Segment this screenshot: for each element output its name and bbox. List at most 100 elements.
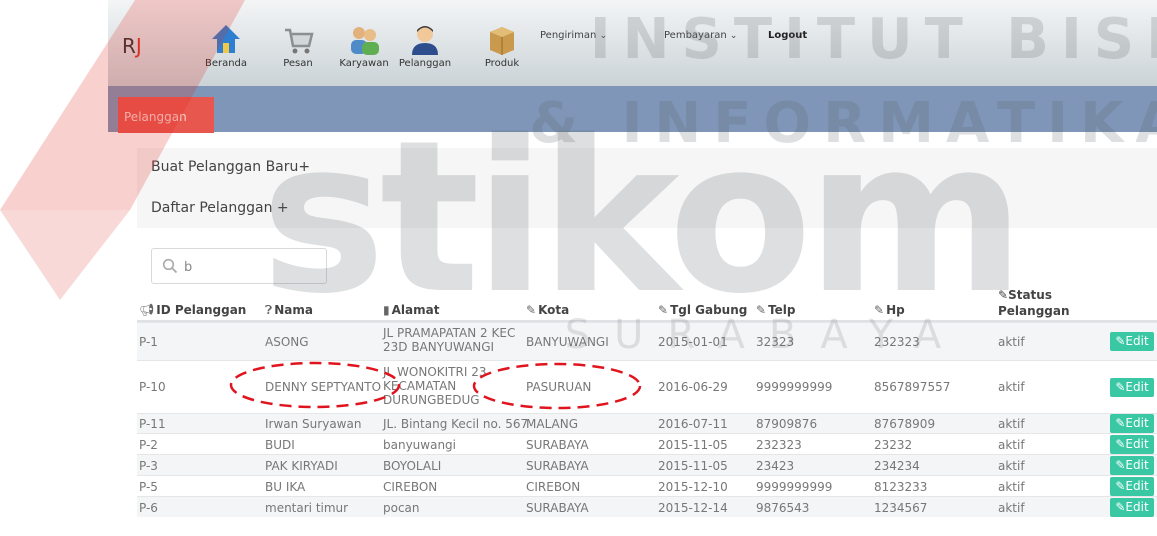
pencil-icon: ✎ [1115,380,1126,394]
cell-telp: 232323 [756,438,802,452]
cell-kota: CIREBON [526,480,581,494]
search-input[interactable] [182,255,316,279]
brand-letter-r: R [122,34,136,58]
logout-link[interactable]: Logout [768,30,807,41]
cell-tgl: 2016-07-11 [658,417,728,431]
cell-alamat: banyuwangi [383,438,457,452]
header-status[interactable]: ✎Status Pelanggan [998,287,1070,319]
cell-kota: SURABAYA [526,501,589,515]
cell-kota: SURABAYA [526,459,589,473]
edit-square-icon: ✎ [874,303,885,317]
cell-kota: PASURUAN [526,380,592,394]
cell-alamat: pocan [383,501,420,515]
cell-tgl: 2015-11-05 [658,459,728,473]
edit-button[interactable]: ✎Edit [1110,456,1154,475]
question-circle-icon: ❓︎ [265,303,273,317]
cell-nama: BUDI [265,438,295,452]
edit-square-icon: ✎ [998,288,1009,302]
search-field[interactable] [151,248,327,284]
pencil-icon: ✎ [1115,416,1126,430]
cell-telp: 23423 [756,459,795,473]
cell-telp: 32323 [756,335,795,349]
header-id[interactable]: 📢︎ ID Pelanggan [139,303,246,317]
customer-list-link[interactable]: Daftar Pelanggan + [151,200,289,216]
header-telp[interactable]: ✎ Telp [756,303,796,317]
edit-button[interactable]: ✎Edit [1110,414,1154,433]
cell-tgl: 2015-11-05 [658,438,728,452]
cell-tgl: 2015-12-10 [658,480,728,494]
chevron-down-icon: ⌄ [729,31,738,41]
pencil-icon: ✎ [1115,334,1126,348]
cell-hp: 234234 [874,459,920,473]
cell-id: P-1 [139,335,158,349]
cell-alamat: JL PRAMAPATAN 2 KEC 23D BANYUWANGI [383,326,516,354]
edit-square-icon: ✎ [526,303,537,317]
home-icon [212,25,240,53]
edit-button[interactable]: ✎Edit [1110,332,1154,351]
cell-id: P-6 [139,501,158,515]
cell-alamat: CIREBON [383,480,438,494]
cell-tgl: 2016-06-29 [658,380,728,394]
header-tgl-gabung[interactable]: ✎ Tgl Gabung [658,303,747,317]
cell-status: aktif [998,501,1025,515]
cell-nama: DENNY SEPTYANTO [265,380,382,394]
cell-hp: 232323 [874,335,920,349]
edit-button[interactable]: ✎Edit [1110,498,1154,517]
cell-hp: 8567897557 [874,380,951,394]
brand-letter-j: J [135,34,142,58]
cell-nama: mentari timur [265,501,349,515]
cart-icon [285,28,314,54]
customer-icon [412,26,438,55]
bullhorn-icon: 📢︎ [139,303,155,317]
cell-status: aktif [998,459,1025,473]
cell-status: aktif [998,480,1025,494]
cell-status: aktif [998,335,1025,349]
top-navbar: RJ Beranda Pesan Karyawan Pelanggan Prod… [108,0,1157,87]
cell-id: P-3 [139,459,158,473]
cell-nama: ASONG [265,335,309,349]
cell-telp: 9999999999 [756,380,833,394]
edit-button[interactable]: ✎Edit [1110,477,1154,496]
cell-hp: 23232 [874,438,913,452]
nav-produk[interactable]: Produk [472,22,532,69]
edit-square-icon: ✎ [658,303,669,317]
nav-pelanggan[interactable]: Pelanggan [395,22,455,69]
cell-telp: 87909876 [756,417,818,431]
cell-id: P-5 [139,480,158,494]
cell-telp: 9999999999 [756,480,833,494]
table-row: P-10 DENNY SEPTYANTO JL WONOKITRI 23 KEC… [137,360,1157,413]
cell-id: P-2 [139,438,158,452]
brand-logo[interactable]: RJ [122,34,142,58]
cell-nama: PAK KIRYADI [265,459,338,473]
cell-kota: MALANG [526,417,579,431]
dropdown-pengiriman[interactable]: Pengiriman ⌄ [540,30,607,41]
create-customer-link[interactable]: Buat Pelanggan Baru+ [151,159,310,175]
header-nama[interactable]: ❓︎ Nama [265,303,313,318]
cell-nama: BU IKA [265,480,306,494]
cell-tgl: 2015-12-14 [658,501,728,515]
cell-telp: 9876543 [756,501,810,515]
chevron-down-icon: ⌄ [599,31,608,41]
cell-status: aktif [998,417,1025,431]
nav-pesan[interactable]: Pesan [268,22,328,69]
pencil-icon: ✎ [1115,437,1126,451]
table-row: P-1 ASONG JL PRAMAPATAN 2 KEC 23D BANYUW… [137,322,1157,360]
cell-hp: 1234567 [874,501,928,515]
cell-kota: BANYUWANGI [526,335,609,349]
bookmark-icon: ▮ [383,303,390,317]
header-alamat[interactable]: ▮ Alamat [383,303,439,317]
nav-beranda[interactable]: Beranda [196,22,256,69]
nav-karyawan[interactable]: Karyawan [334,22,394,69]
cell-id: P-10 [139,380,166,394]
dropdown-pembayaran[interactable]: Pembayaran ⌄ [664,30,737,41]
table-row: P-5 BU IKA CIREBON CIREBON 2015-12-10 99… [137,475,1157,496]
edit-button[interactable]: ✎Edit [1110,435,1154,454]
cell-alamat: BOYOLALI [383,459,442,473]
header-kota[interactable]: ✎ Kota [526,303,569,317]
table-row: P-2 BUDI banyuwangi SURABAYA 2015-11-05 … [137,433,1157,454]
cell-kota: SURABAYA [526,438,589,452]
page-tab-pelanggan[interactable]: Pelanggan [118,97,214,133]
header-hp[interactable]: ✎ Hp [874,303,905,317]
edit-square-icon: ✎ [756,303,767,317]
edit-button[interactable]: ✎Edit [1110,378,1154,397]
